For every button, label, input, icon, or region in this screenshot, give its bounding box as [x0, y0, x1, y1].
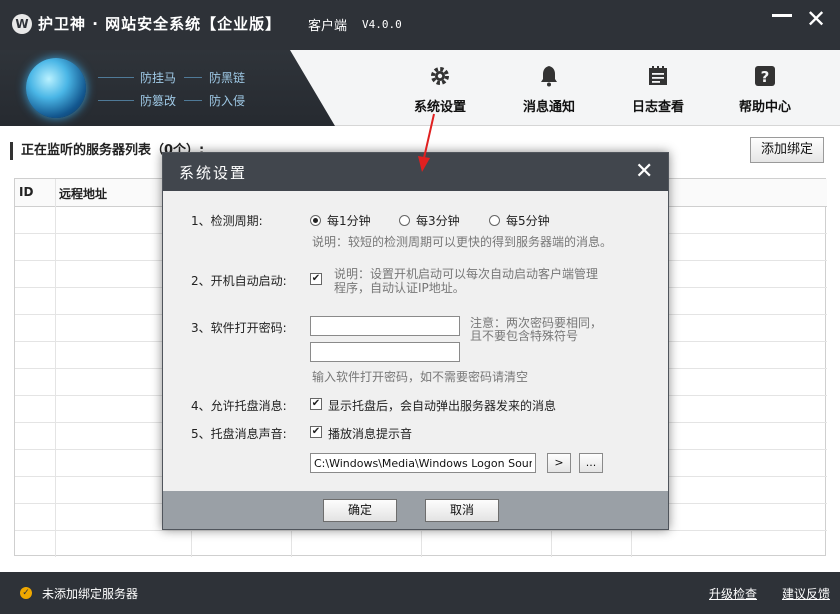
password-hint: 输入软件打开密码，如不需要密码请清空 [312, 370, 529, 384]
dialog-title: 系统设置 [179, 164, 248, 182]
app-logo-icon: W [12, 14, 32, 34]
nav-label: 系统设置 [413, 100, 466, 115]
nav-label: 消息通知 [522, 100, 575, 115]
period-hint: 说明：较短的检测周期可以更快的得到服务器端的消息。 [312, 235, 613, 249]
app-version: V4.0.0 [362, 18, 402, 31]
settings-dialog: 系统设置 ✕ 1、检测周期: 每1分钟 每3分钟 每5分钟 说明：较短的检测周期… [162, 152, 669, 530]
feature-anti-trojan: 防挂马 [140, 71, 177, 85]
password-note-line2: 且不要包含特殊符号 [470, 329, 579, 343]
nav-logs[interactable]: 日志查看 [618, 64, 698, 115]
radio-label: 每1分钟 [327, 214, 371, 228]
table-row [15, 530, 827, 531]
period-label: 1、检测周期: [191, 214, 263, 228]
bell-icon [541, 66, 557, 87]
nav-help[interactable]: ? 帮助中心 [725, 64, 805, 115]
browse-sound-button[interactable]: ... [579, 453, 603, 473]
autostart-checkbox[interactable]: ✔ [310, 273, 322, 285]
sound-checkbox[interactable]: ✔ [310, 426, 322, 438]
toolbar-band: 防挂马 防黑链 防篡改 防入侵 系统设置 消息通知 日志查看 ? 帮助中心 [0, 50, 840, 126]
radio-unchecked-icon [399, 215, 410, 226]
feature-line [98, 77, 134, 78]
play-sound-button[interactable]: > [547, 453, 571, 473]
ok-button[interactable]: 确定 [323, 499, 397, 522]
feature-line [184, 77, 202, 78]
tray-text: 显示托盘后，会自动弹出服务器发来的消息 [328, 399, 557, 413]
autostart-hint-line1: 说明：设置开机启动可以每次自动启动客户端管理 [334, 267, 599, 281]
column-header-remote-address: 远程地址 [59, 187, 108, 201]
upgrade-check-link[interactable]: 升级检查 [709, 585, 757, 602]
status-check-icon: ✓ [20, 587, 32, 599]
dialog-close-icon[interactable]: ✕ [635, 157, 653, 187]
nav-label: 日志查看 [631, 100, 684, 115]
feature-anti-tamper: 防篡改 [140, 94, 177, 108]
status-text: 未添加绑定服务器 [42, 587, 139, 601]
log-icon [649, 66, 667, 85]
globe-icon [26, 58, 86, 118]
title-bar: W 护卫神 · 网站安全系统【企业版】 客户端 V4.0.0 ✕ [0, 0, 840, 50]
nav-label: 帮助中心 [738, 100, 791, 115]
feature-line [98, 100, 134, 101]
nav-system-settings[interactable]: 系统设置 [400, 64, 480, 115]
password-input[interactable] [310, 316, 460, 336]
help-icon: ? [755, 66, 775, 86]
close-window-button[interactable]: ✕ [806, 4, 826, 34]
password-label: 3、软件打开密码: [191, 321, 287, 335]
dialog-footer: 确定 取消 [163, 491, 668, 529]
brand-panel: 防挂马 防黑链 防篡改 防入侵 [0, 50, 335, 126]
period-5min-radio[interactable]: 每5分钟 [489, 212, 550, 229]
password-confirm-input[interactable] [310, 342, 460, 362]
feature-anti-intrusion: 防入侵 [209, 94, 246, 108]
nav-notifications[interactable]: 消息通知 [509, 64, 589, 115]
period-3min-radio[interactable]: 每3分钟 [399, 212, 460, 229]
column-header-id: ID [19, 185, 34, 199]
radio-unchecked-icon [489, 215, 500, 226]
app-title: 护卫神 · 网站安全系统【企业版】 [38, 15, 282, 33]
gear-icon [431, 67, 449, 85]
status-bar: ✓ 未添加绑定服务器 升级检查 建议反馈 [0, 572, 840, 614]
tray-checkbox[interactable]: ✔ [310, 398, 322, 410]
period-1min-radio[interactable]: 每1分钟 [310, 212, 371, 229]
minimize-button[interactable] [772, 14, 792, 17]
cancel-button[interactable]: 取消 [425, 499, 499, 522]
sound-text: 播放消息提示音 [328, 427, 413, 441]
tray-label: 4、允许托盘消息: [191, 399, 287, 413]
feature-anti-blacklink: 防黑链 [209, 71, 246, 85]
svg-text:?: ? [761, 68, 770, 86]
feature-line [184, 100, 202, 101]
radio-label: 每5分钟 [506, 214, 550, 228]
radio-checked-icon [310, 215, 321, 226]
radio-label: 每3分钟 [416, 214, 460, 228]
add-binding-button[interactable]: 添加绑定 [750, 137, 824, 163]
feedback-link[interactable]: 建议反馈 [782, 585, 830, 602]
dialog-title-bar: 系统设置 ✕ [163, 153, 668, 191]
sound-label: 5、托盘消息声音: [191, 427, 287, 441]
app-subtitle: 客户端 [308, 19, 348, 34]
sound-path-input[interactable] [310, 453, 536, 473]
autostart-hint-line2: 程序，自动认证IP地址。 [334, 281, 465, 295]
autostart-label: 2、开机自动启动: [191, 274, 287, 288]
